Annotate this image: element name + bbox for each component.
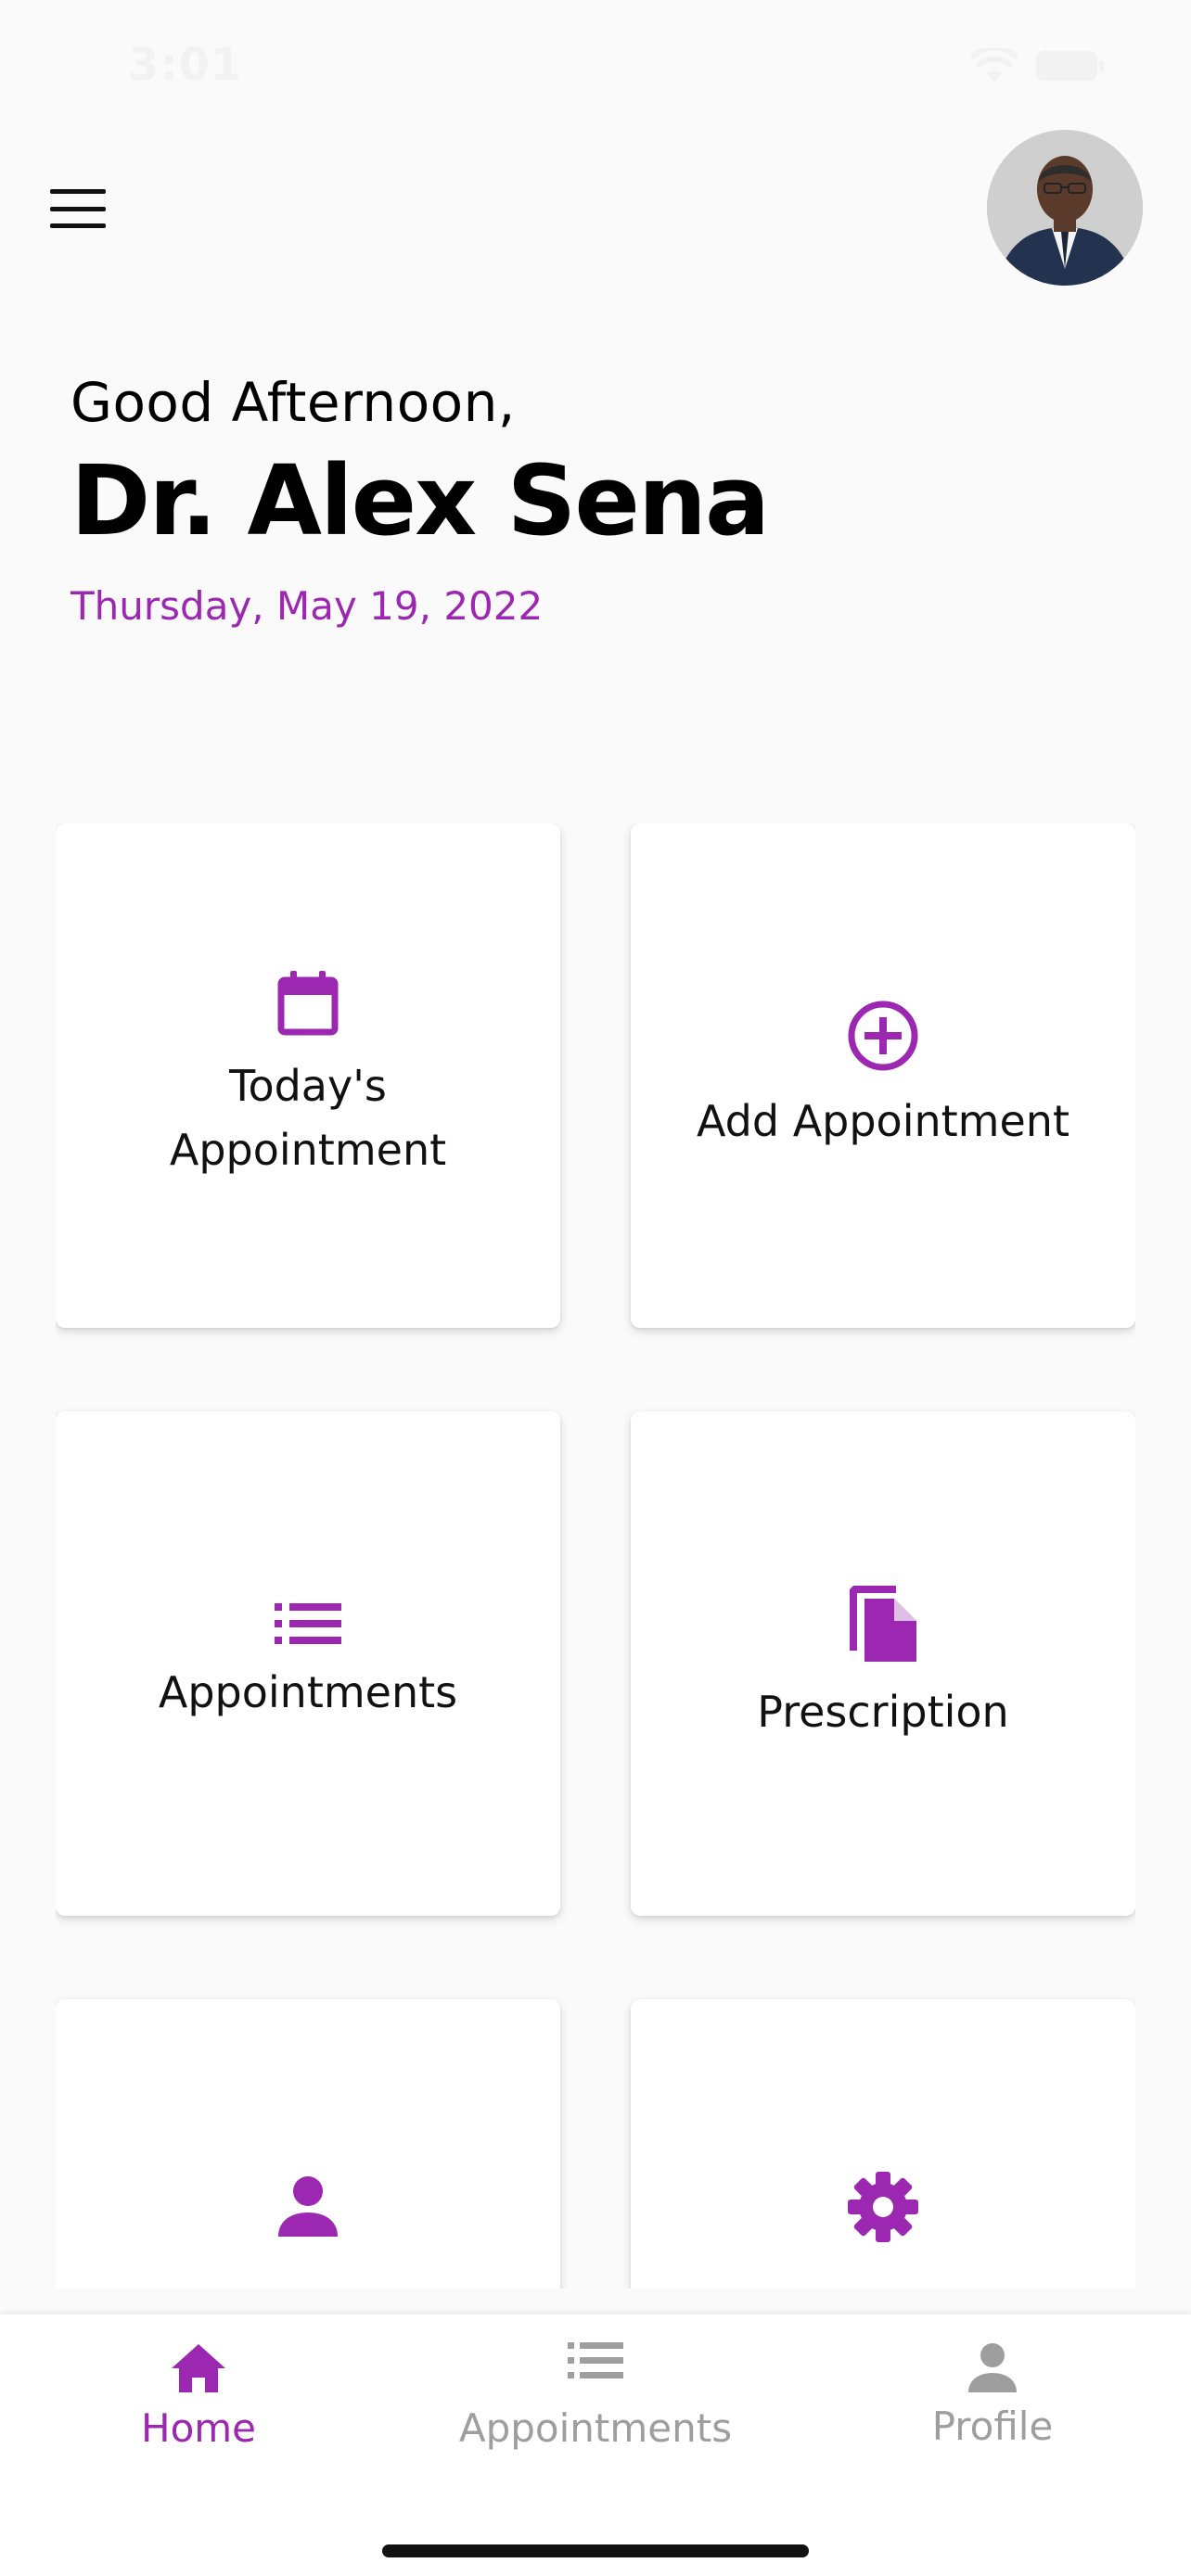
nav-home[interactable]: Home (59, 2342, 338, 2451)
hamburger-menu-icon[interactable] (50, 189, 106, 228)
todays-appointment-card[interactable]: Today's Appointment (56, 823, 560, 1328)
nav-appointments-label: Appointments (458, 2405, 733, 2451)
dashboard-grid: Today's Appointment Add Appointment Appo… (56, 823, 1135, 2289)
bottom-navigation: Home Appointments Profile (0, 2315, 1191, 2576)
card-label: Prescription (757, 1686, 1009, 1737)
home-indicator (382, 2544, 809, 2557)
nav-home-label: Home (140, 2405, 257, 2451)
person-icon (967, 2342, 1018, 2396)
calendar-icon (275, 969, 340, 1038)
status-time: 3:01 (128, 39, 243, 91)
home-icon (170, 2342, 227, 2398)
settings-card[interactable] (631, 1999, 1135, 2289)
greeting-block: Good Afternoon, Dr. Alex Sena Thursday, … (70, 371, 1091, 629)
person-icon (277, 2175, 339, 2237)
battery-icon (1035, 50, 1106, 82)
card-label: Add Appointment (697, 1095, 1069, 1146)
nav-appointments[interactable]: Appointments (456, 2342, 735, 2451)
card-label: Appointments (158, 1666, 458, 1717)
status-icons (970, 48, 1106, 83)
top-bar (0, 130, 1191, 287)
avatar[interactable] (987, 130, 1143, 286)
nav-profile-label: Profile (931, 2404, 1054, 2449)
list-icon (275, 1602, 341, 1644)
file-copy-icon (848, 1584, 918, 1664)
doctor-avatar (987, 130, 1143, 286)
appointments-card[interactable]: Appointments (56, 1411, 560, 1916)
card-label: Today's Appointment (169, 1061, 447, 1175)
current-date: Thursday, May 19, 2022 (70, 583, 544, 630)
greeting-salutation: Good Afternoon, (70, 371, 516, 434)
add-appointment-card[interactable]: Add Appointment (631, 823, 1135, 1328)
nav-profile[interactable]: Profile (853, 2342, 1132, 2449)
prescription-card[interactable]: Prescription (631, 1411, 1135, 1916)
patient-card[interactable] (56, 1999, 560, 2289)
list-icon (568, 2342, 623, 2383)
wifi-icon (970, 48, 1018, 83)
add-circle-icon (846, 999, 920, 1073)
settings-icon (848, 2172, 918, 2242)
status-bar: 3:01 (0, 0, 1191, 130)
doctor-name: Dr. Alex Sena (70, 444, 770, 557)
